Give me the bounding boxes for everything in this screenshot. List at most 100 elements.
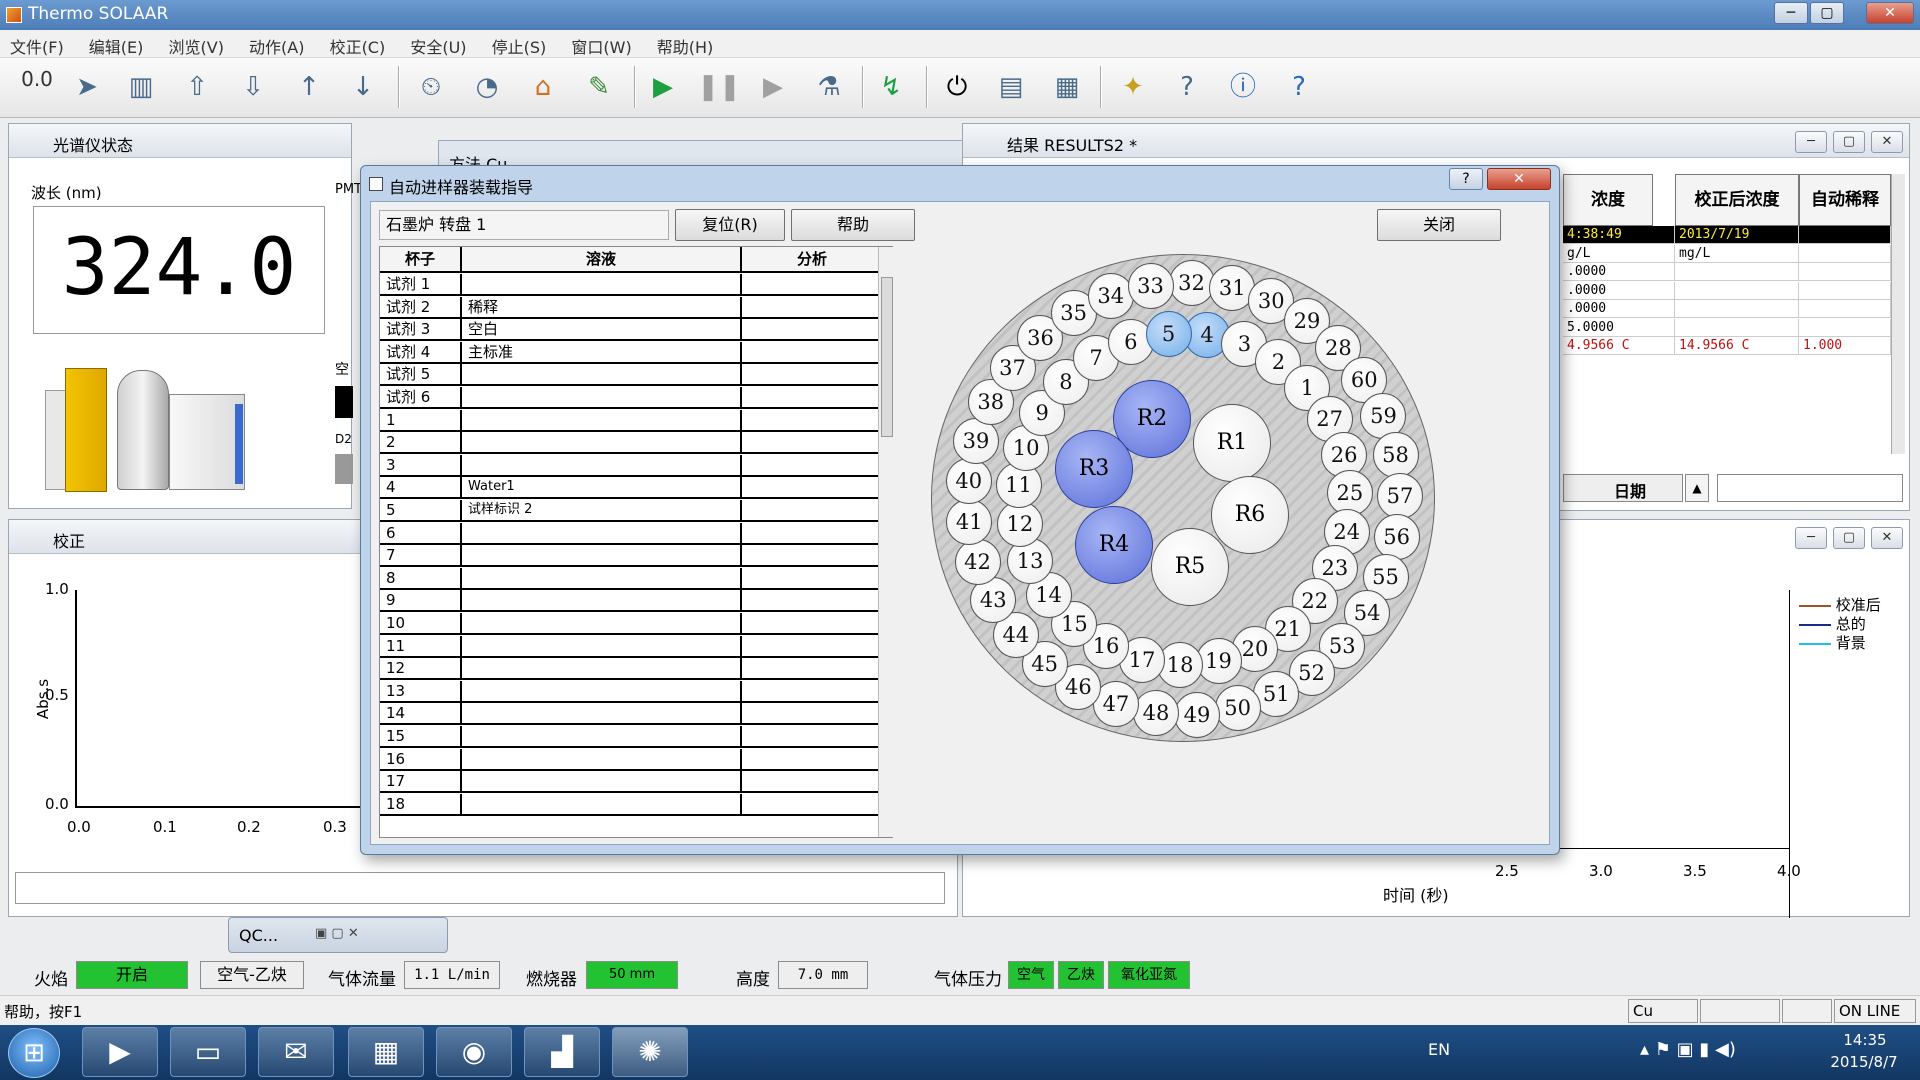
cup-row[interactable]: 10 <box>380 613 878 635</box>
lamp-icon[interactable]: ▥ <box>118 64 164 110</box>
dialog-close-x[interactable]: ✕ <box>1487 168 1551 190</box>
plot-minimize-button[interactable]: ─ <box>1795 527 1827 549</box>
sample-icon[interactable]: ⚗ <box>806 64 852 110</box>
tray-position[interactable]: 58 <box>1372 432 1419 479</box>
results-cell[interactable]: 5.0000 <box>1563 318 1675 337</box>
tray-position[interactable]: 5 <box>1145 310 1192 357</box>
col-header-corrected[interactable]: 校正后浓度 <box>1675 174 1799 226</box>
results-cell[interactable]: .0000 <box>1563 281 1675 300</box>
menu-stop[interactable]: 停止(S) <box>492 30 547 58</box>
tray-position[interactable]: 48 <box>1132 690 1179 737</box>
cup-row[interactable]: 4 Water1 <box>380 477 878 500</box>
menu-window[interactable]: 窗口(W) <box>571 30 631 58</box>
cup-row[interactable]: 13 <box>380 680 878 703</box>
menu-file[interactable]: 文件(F) <box>10 30 64 58</box>
tray-position[interactable]: 33 <box>1127 262 1174 309</box>
minimize-button[interactable]: ─ <box>1774 2 1808 24</box>
cup-row[interactable]: 8 <box>380 567 878 590</box>
cup-row[interactable]: 试剂 1 <box>380 274 878 296</box>
date-field[interactable] <box>1717 474 1903 502</box>
cup-row[interactable]: 试剂 3 空白 <box>380 319 878 342</box>
wand-icon[interactable]: ✦ <box>1110 64 1156 110</box>
power-icon[interactable]: ⏻ <box>934 64 980 110</box>
cup-row[interactable]: 7 <box>380 545 878 568</box>
cup-row[interactable]: 17 <box>380 771 878 794</box>
reagent-position[interactable]: R6 <box>1211 476 1289 554</box>
tray-position[interactable]: 57 <box>1376 473 1423 520</box>
reagent-position[interactable]: R3 <box>1055 430 1133 508</box>
col-analysis[interactable]: 分析 <box>742 247 882 273</box>
report-icon[interactable]: ▦ <box>1044 64 1090 110</box>
app-calc-icon[interactable]: ▦ <box>348 1027 424 1077</box>
cup-row[interactable]: 16 <box>380 748 878 771</box>
arrow-down-icon[interactable]: ↓ <box>340 64 386 110</box>
menu-action[interactable]: 动作(A) <box>249 30 304 58</box>
menu-help[interactable]: 帮助(H) <box>657 30 714 58</box>
col-header-conc[interactable]: 浓度 <box>1563 174 1653 226</box>
sampler-up-icon[interactable]: ⇧ <box>174 64 220 110</box>
reagent-position[interactable]: R5 <box>1151 528 1229 606</box>
qc-minimized-window[interactable]: QC... ▣ ▢ ✕ <box>228 917 448 953</box>
results-cell[interactable]: .0000 <box>1563 263 1675 281</box>
tray-position[interactable]: 49 <box>1174 691 1220 738</box>
cup-row[interactable]: 试剂 4 主标准 <box>380 341 878 364</box>
col-solution[interactable]: 溶液 <box>462 247 742 273</box>
cup-row[interactable]: 5 试样标识 2 <box>380 500 878 522</box>
cup-row[interactable]: 6 <box>380 522 878 545</box>
plot-restore-button[interactable]: ▢ <box>1833 527 1865 549</box>
cup-row[interactable]: 12 <box>380 658 878 681</box>
results-cell[interactable] <box>1675 281 1799 300</box>
pointer-help-icon[interactable]: ? <box>1164 64 1210 110</box>
clock-icon[interactable]: ◔ <box>464 64 510 110</box>
date-sort-button[interactable]: ▲ <box>1685 474 1709 502</box>
tray-position[interactable]: 34 <box>1087 272 1134 319</box>
menu-calibration[interactable]: 校正(C) <box>330 30 386 58</box>
step-icon[interactable]: ▶ <box>750 64 796 110</box>
scroll-thumb[interactable] <box>881 277 893 437</box>
menu-browse[interactable]: 浏览(V) <box>169 30 224 58</box>
results-minimize-button[interactable]: ─ <box>1795 131 1827 153</box>
close-dialog-button[interactable]: 关闭 <box>1377 209 1501 241</box>
results-cell[interactable] <box>1675 318 1799 337</box>
cup-row[interactable]: 15 <box>380 726 878 748</box>
reagent-position[interactable]: R1 <box>1193 404 1271 482</box>
cup-row[interactable]: 1 <box>380 409 878 432</box>
results-cell[interactable] <box>1799 226 1891 244</box>
clock-date[interactable]: 2015/8/7 <box>1816 1053 1912 1071</box>
results-vscroll[interactable] <box>1891 174 1905 454</box>
media-player-icon[interactable]: ▶ <box>82 1027 158 1077</box>
start-button[interactable]: ⊞ <box>8 1028 60 1078</box>
results-cell[interactable] <box>1675 300 1799 318</box>
results-cell[interactable]: 4.9566 C <box>1563 337 1675 355</box>
results-cell[interactable] <box>1799 263 1891 281</box>
results-cell[interactable]: 14.9566 C <box>1675 337 1799 355</box>
menu-edit[interactable]: 编辑(E) <box>89 30 144 58</box>
clean-icon[interactable]: ⌂ <box>520 64 566 110</box>
autozero-icon[interactable]: ➤ <box>64 64 110 110</box>
cup-row[interactable]: 14 <box>380 703 878 726</box>
cup-row[interactable]: 试剂 2 稀释 <box>380 296 878 319</box>
explorer-icon[interactable]: ▭ <box>170 1027 246 1077</box>
sequence-icon[interactable]: ↯ <box>868 64 914 110</box>
results-cell[interactable]: mg/L <box>1675 244 1799 263</box>
tray-position[interactable]: 32 <box>1168 260 1215 307</box>
results-cell[interactable] <box>1799 318 1891 337</box>
results-cell[interactable]: g/L <box>1563 244 1675 263</box>
chart-app-icon[interactable]: ▟ <box>524 1027 600 1077</box>
results-cell[interactable] <box>1799 244 1891 263</box>
cup-row[interactable]: 18 <box>380 793 878 816</box>
results-cell[interactable] <box>1675 263 1799 281</box>
messenger-icon[interactable]: ✉ <box>258 1027 334 1077</box>
tray-icons[interactable]: ▴ ⚑ ▣ ▮ ◀) <box>1640 1039 1736 1060</box>
maximize-button[interactable]: ▢ <box>1810 2 1844 24</box>
results-cell[interactable]: 2013/7/19 <box>1675 226 1799 244</box>
help-button[interactable]: 帮助 <box>791 209 915 241</box>
results-cell[interactable]: 4:38:49 <box>1563 226 1675 244</box>
sampler-down-icon[interactable]: ⇩ <box>230 64 276 110</box>
play-icon[interactable]: ▶ <box>640 64 686 110</box>
pause-icon[interactable]: ❚❚ <box>696 64 742 110</box>
tray-position[interactable]: 41 <box>946 499 993 546</box>
instrument-icon[interactable]: ▤ <box>988 64 1034 110</box>
results-cell[interactable]: .0000 <box>1563 300 1675 318</box>
clock-time[interactable]: 14:35 <box>1830 1031 1900 1049</box>
